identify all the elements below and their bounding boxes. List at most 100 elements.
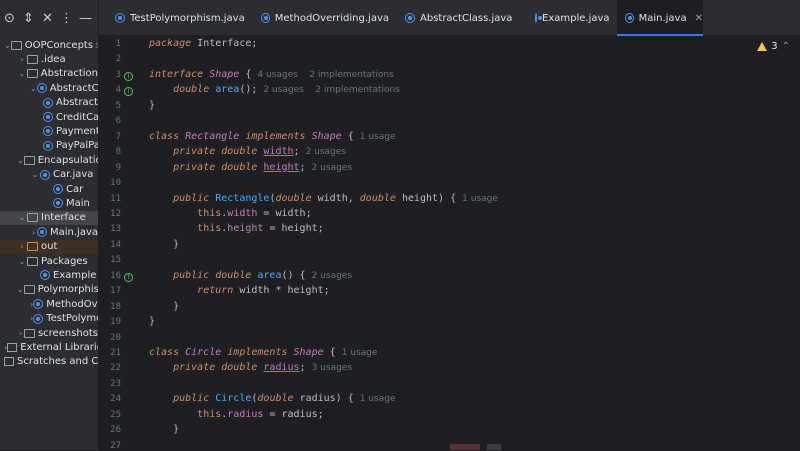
chevron-down-icon[interactable]: ⌄ bbox=[17, 257, 27, 266]
override-icon[interactable]: ↑ bbox=[124, 272, 133, 282]
code-token: double bbox=[173, 84, 216, 96]
chevron-down-icon[interactable]: ⌄ bbox=[17, 285, 24, 294]
code-line[interactable]: } bbox=[149, 424, 179, 435]
expand-collapse-icon[interactable]: ⇕ bbox=[19, 0, 38, 36]
code-line[interactable]: package Interface; bbox=[149, 38, 257, 49]
chevron-right-icon[interactable]: › bbox=[17, 329, 24, 338]
code-token: interface bbox=[149, 68, 210, 80]
code-token: double bbox=[359, 192, 402, 204]
code-token: } bbox=[149, 300, 180, 312]
close-tab-icon[interactable]: ✕ bbox=[695, 13, 703, 24]
tree-item[interactable]: Scratches and Co bbox=[0, 355, 98, 369]
chevron-right-icon[interactable]: › bbox=[30, 228, 37, 237]
code-line[interactable]: } bbox=[149, 301, 179, 312]
usage-hint[interactable]: 1 usage bbox=[360, 394, 396, 404]
tree-item[interactable]: Main bbox=[0, 196, 98, 210]
chevron-down-icon[interactable]: ⌄ bbox=[17, 69, 27, 78]
tree-item[interactable]: Example bbox=[0, 268, 98, 282]
tree-item[interactable]: ⌄ Abstraction bbox=[0, 67, 98, 81]
tree-item[interactable]: ⌄ Encapsulation bbox=[0, 153, 98, 167]
code-token: double bbox=[275, 192, 318, 204]
code-line[interactable]: this.height = height; bbox=[149, 223, 323, 234]
close-icon[interactable]: ✕ bbox=[38, 0, 57, 36]
chevron-up-icon[interactable]: ⌃ bbox=[782, 41, 790, 52]
tree-item[interactable]: › Main.java bbox=[0, 225, 98, 239]
tree-item[interactable]: › screenshots bbox=[0, 326, 98, 340]
usage-hint[interactable]: 1 usage bbox=[342, 348, 378, 358]
chevron-down-icon[interactable]: ⌄ bbox=[17, 156, 24, 165]
code-line[interactable]: } bbox=[149, 239, 179, 250]
usage-hint[interactable]: 2 usages bbox=[312, 271, 352, 281]
tree-item-label: MethodOve bbox=[46, 298, 98, 310]
code-editor[interactable]: 1 2 3 I 4 I 5 6 7 8 9 10 11 12 13 14 15 16 ↑ 17 18 19 20 21 22 23… bbox=[99, 36, 800, 451]
tab-example[interactable]: Example.java bbox=[527, 0, 610, 36]
tab-abstractclass[interactable]: AbstractClass.java bbox=[397, 0, 519, 36]
code-line[interactable]: } bbox=[149, 100, 155, 111]
code-line[interactable]: this.radius = radius; bbox=[149, 409, 323, 420]
code-token: Circle bbox=[185, 347, 228, 358]
usage-hint[interactable]: 1 usage bbox=[462, 194, 498, 204]
tree-item[interactable]: › .idea bbox=[0, 52, 98, 66]
line-number: 18 bbox=[110, 301, 121, 312]
folder-icon bbox=[23, 328, 35, 338]
tree-item[interactable]: › out bbox=[0, 239, 98, 254]
implemented-icon[interactable]: I bbox=[124, 71, 133, 81]
tab-label: MethodOverriding.java bbox=[274, 12, 389, 24]
code-line[interactable]: } bbox=[149, 316, 155, 327]
code-line[interactable]: return width * height; bbox=[149, 285, 329, 297]
code-line[interactable]: class Rectangle implements Shape { 1 usa… bbox=[149, 131, 396, 142]
usage-hint[interactable]: 1 usage bbox=[360, 132, 396, 142]
code-line[interactable]: class Circle implements Shape { 1 usage bbox=[149, 347, 377, 358]
code-line[interactable]: private double radius; 3 usages bbox=[149, 362, 352, 373]
more-icon[interactable]: ⋮ bbox=[57, 0, 76, 36]
code-line[interactable]: public Rectangle(double width, double he… bbox=[149, 193, 498, 204]
chevron-right-icon[interactable]: › bbox=[17, 242, 27, 251]
code-line[interactable]: public Circle(double radius) { 1 usage bbox=[149, 393, 396, 404]
target-icon[interactable]: ⊙ bbox=[0, 0, 19, 36]
tab-methodoverriding[interactable]: MethodOverriding.java bbox=[253, 0, 389, 36]
usage-hint[interactable]: 2 usages bbox=[306, 147, 346, 157]
tree-item[interactable]: ⌄ Interface bbox=[0, 210, 98, 225]
tab-main[interactable]: Main.java ✕ bbox=[617, 0, 703, 36]
code-line[interactable]: private double height; 2 usages bbox=[149, 162, 352, 173]
line-number: 22 bbox=[110, 363, 121, 374]
usage-hint[interactable]: 2 usages 2 implementations bbox=[263, 85, 399, 95]
tree-item[interactable]: ⌄ Polymorphism bbox=[0, 283, 98, 297]
tree-item[interactable]: ⌄ AbstractCla bbox=[0, 81, 98, 95]
tree-item[interactable]: ⌄ Packages bbox=[0, 254, 98, 268]
code-token: return bbox=[197, 285, 240, 297]
chevron-down-icon[interactable]: ⌄ bbox=[4, 41, 11, 50]
code-line[interactable]: public double area() { 2 usages bbox=[149, 270, 352, 281]
line-number: 9 bbox=[115, 162, 121, 173]
code-line[interactable]: private double width; 2 usages bbox=[149, 146, 346, 157]
chevron-down-icon[interactable]: ⌄ bbox=[30, 84, 37, 93]
usage-hint[interactable]: 2 usages bbox=[312, 163, 352, 173]
code-token: width bbox=[227, 207, 258, 219]
tree-item[interactable]: CreditCa bbox=[0, 110, 98, 124]
usage-hint[interactable]: 3 usages bbox=[312, 363, 352, 373]
usage-hint[interactable]: 4 usages 2 implementations bbox=[257, 70, 393, 80]
tree-item[interactable]: › MethodOve bbox=[0, 297, 98, 311]
chevron-right-icon[interactable]: › bbox=[17, 55, 27, 64]
implemented-icon[interactable]: I bbox=[124, 87, 133, 97]
code-line[interactable]: this.width = width; bbox=[149, 207, 311, 219]
tree-item[interactable]: PayPalPa bbox=[0, 139, 98, 153]
tab-label: TestPolymorphism.java bbox=[130, 12, 245, 24]
tree-item[interactable]: Payment bbox=[0, 124, 98, 138]
tree-item[interactable]: Car bbox=[0, 182, 98, 196]
code-line[interactable]: interface Shape { 4 usages 2 implementat… bbox=[149, 69, 394, 80]
tree-item[interactable]: Abstract bbox=[0, 96, 98, 110]
chevron-down-icon[interactable]: ⌄ bbox=[17, 213, 27, 222]
tree-item[interactable]: ⌄OOPConceptssc bbox=[0, 38, 98, 52]
tree-item[interactable]: ⌄ Car.java bbox=[0, 168, 98, 182]
code-token: width, bbox=[317, 192, 360, 204]
tree-item[interactable]: › TestPolymo bbox=[0, 312, 98, 326]
code-line[interactable]: double area(); 2 usages 2 implementation… bbox=[149, 84, 400, 95]
inspection-widget[interactable]: 3 ⌃ bbox=[757, 41, 790, 52]
minimize-icon[interactable]: — bbox=[76, 0, 95, 36]
tab-testpolymorphism[interactable]: TestPolymorphism.java bbox=[107, 0, 245, 36]
tree-item[interactable]: ›External Libraries bbox=[0, 340, 98, 354]
chevron-down-icon[interactable]: ⌄ bbox=[30, 170, 40, 179]
